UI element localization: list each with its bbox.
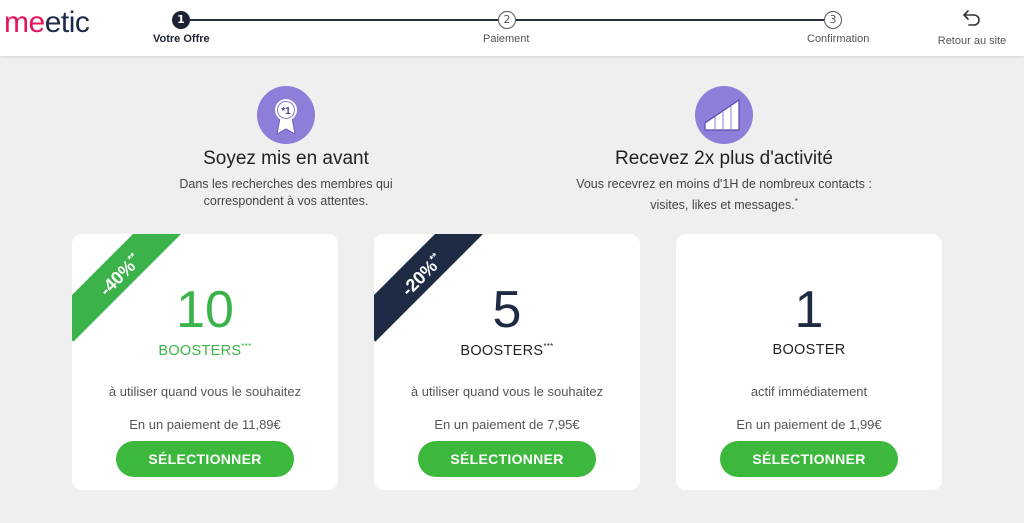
booster-unit: BOOSTERS***: [460, 342, 554, 359]
step-2-label: Paiement: [483, 33, 530, 45]
step-2-circle: 2: [498, 11, 516, 29]
usage-text: à utiliser quand vous le souhaitez: [410, 384, 604, 399]
offer-card-10-boosters: -40%** 10 BOOSTERS*** à utiliser quand v…: [72, 234, 338, 490]
feature-title: Soyez mis en avant: [203, 148, 369, 169]
medal-icon: *1: [257, 86, 315, 144]
booster-unit: BOOSTERS***: [158, 342, 252, 359]
booster-unit: BOOSTER: [772, 342, 846, 358]
growth-chart-icon: [695, 86, 753, 144]
back-to-site-label: Retour au site: [937, 35, 1007, 47]
undo-arrow-icon: [963, 10, 980, 26]
stepper-line-2: [516, 19, 824, 21]
svg-text:*1: *1: [281, 106, 291, 117]
step-1-label: Votre Offre: [153, 33, 210, 45]
usage-text: actif immédiatement: [750, 384, 868, 399]
step-3-circle: 3: [824, 11, 842, 29]
feature-description: Vous recevrez en moins d'1H de nombreux …: [576, 177, 872, 213]
step-1-circle: 1: [172, 11, 190, 29]
price-text: En un paiement de 11,89€: [129, 417, 281, 432]
select-button[interactable]: SÉLECTIONNER: [720, 441, 898, 477]
feature-description: Dans les recherches des membres qui corr…: [179, 177, 393, 208]
feature-title: Recevez 2x plus d'activité: [614, 148, 833, 169]
usage-text: à utiliser quand vous le souhaitez: [108, 384, 302, 399]
select-button[interactable]: SÉLECTIONNER: [116, 441, 294, 477]
price-text: En un paiement de 7,95€: [434, 417, 580, 432]
select-button[interactable]: SÉLECTIONNER: [418, 441, 596, 477]
booster-count: 1: [794, 281, 824, 339]
step-3-label: Confirmation: [807, 33, 870, 45]
offer-card-1-booster: 1 BOOSTER actif immédiatement En un paie…: [676, 234, 942, 490]
top-bar: meetic 1 Votre Offre 2 Paiement 3 Confir…: [0, 0, 1024, 56]
back-to-site-button[interactable]: Retour au site: [932, 8, 1012, 47]
feature-activity: Recevez 2x plus d'activité Vous recevrez…: [554, 86, 894, 214]
booster-count: 5: [492, 281, 522, 339]
stepper-line-1: [190, 19, 498, 21]
price-text: En un paiement de 1,99€: [736, 417, 882, 432]
offer-card-5-boosters: -20%** 5 BOOSTERS*** à utiliser quand vo…: [374, 234, 640, 490]
feature-highlight: *1 Soyez mis en avant Dans les recherche…: [116, 86, 456, 210]
checkout-stepper: 1 Votre Offre 2 Paiement 3 Confirmation: [0, 0, 1024, 56]
booster-count: 10: [176, 281, 234, 339]
